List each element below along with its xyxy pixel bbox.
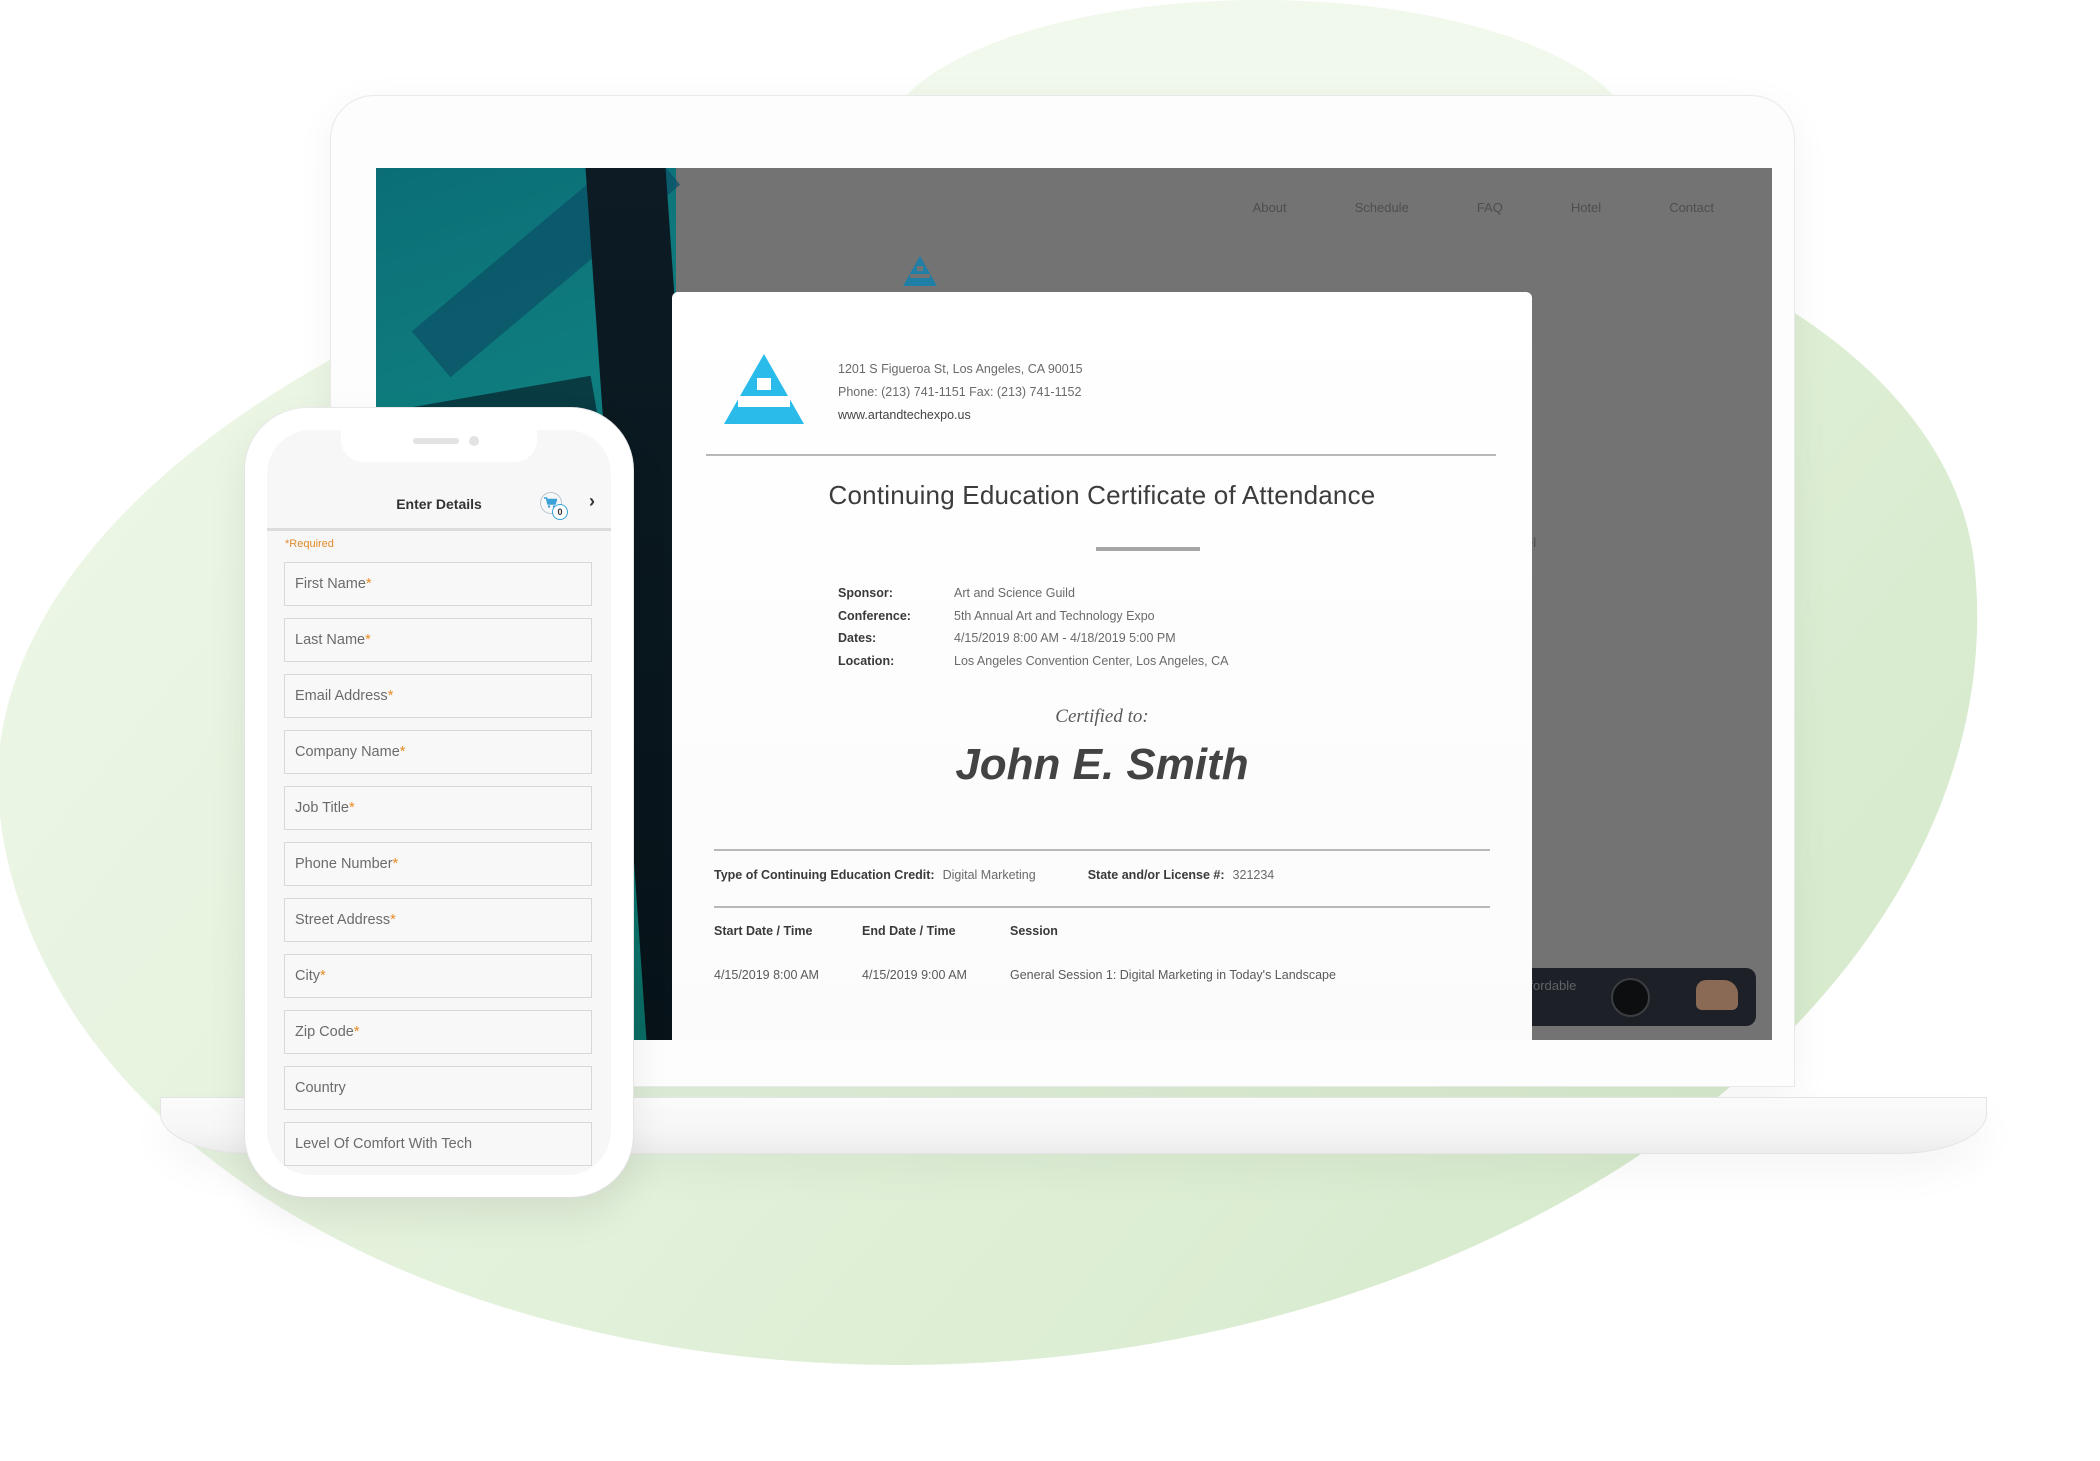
required-star: * [399, 744, 406, 760]
column-header: Session [1010, 924, 1058, 938]
nav-contact[interactable]: Contact [1669, 200, 1714, 215]
required-star: * [349, 800, 355, 816]
table-cell: 4/15/2019 9:00 AM [862, 968, 967, 982]
detail-label: Location: [838, 653, 895, 668]
address-text: 1201 S Figueroa St, Los Angeles, CA 9001… [838, 362, 1083, 376]
speaker-icon [413, 438, 459, 444]
form-header: Enter Details 0 › [267, 486, 611, 531]
recipient-name: John E. Smith [955, 740, 1249, 789]
site-logo-icon[interactable] [903, 256, 937, 291]
phone-screen: Enter Details 0 › *Required First Name * … [267, 430, 611, 1175]
camera-gadget-image [1611, 978, 1650, 1017]
chevron-right-icon[interactable]: › [589, 491, 595, 512]
company-name-field[interactable]: Company Name * [284, 730, 592, 774]
divider [706, 454, 1496, 456]
expo-logo-icon [724, 354, 804, 429]
certificate-card: 1201 S Figueroa St, Los Angeles, CA 9001… [672, 292, 1532, 1040]
phone-frame: Enter Details 0 › *Required First Name * … [245, 408, 633, 1197]
required-star: * [353, 1024, 360, 1040]
tech-comfort-field[interactable]: Level Of Comfort With Tech [284, 1122, 592, 1166]
table-cell: General Session 1: Digital Marketing in … [1010, 968, 1336, 982]
nav-about[interactable]: About [1253, 200, 1287, 215]
website-link[interactable]: www.artandtechexpo.us [838, 404, 1083, 427]
required-star: * [392, 856, 399, 872]
divider [714, 849, 1490, 851]
field-placeholder: Company Name [295, 744, 400, 760]
zip-code-field[interactable]: Zip Code * [284, 1010, 592, 1054]
phone-notch [341, 430, 537, 462]
field-placeholder: Street Address [295, 912, 391, 928]
credit-type-value: Digital Marketing [942, 868, 1036, 882]
field-placeholder: Email Address [295, 688, 388, 704]
field-placeholder: Level Of Comfort With Tech [295, 1136, 473, 1152]
camera-icon [469, 436, 479, 446]
last-name-field[interactable]: Last Name * [284, 618, 592, 662]
table-header: Start Date / Time End Date / Time Sessio… [714, 924, 1410, 938]
site-nav: About Schedule FAQ Hotel Contact [1253, 200, 1772, 215]
email-field[interactable]: Email Address * [284, 674, 592, 718]
required-star: * [390, 912, 396, 928]
required-star: * [365, 632, 371, 648]
certified-to-label: Certified to: [1055, 706, 1149, 727]
city-field[interactable]: City * [284, 954, 592, 998]
promo-text: ffordable [1526, 978, 1577, 993]
promo-banner[interactable]: ffordable [1526, 968, 1756, 1026]
nav-schedule[interactable]: Schedule [1355, 200, 1409, 215]
divider [714, 906, 1490, 908]
detail-row-conference: Conference: 5th Annual Art and Technology… [838, 605, 1229, 628]
field-placeholder: Zip Code [295, 1024, 354, 1040]
field-placeholder: Job Title [295, 800, 349, 816]
field-placeholder: Country [295, 1080, 346, 1096]
first-name-field[interactable]: First Name * [284, 562, 592, 606]
required-star: * [319, 968, 326, 984]
required-star: * [365, 576, 372, 592]
field-placeholder: City [295, 968, 320, 984]
nav-hotel[interactable]: Hotel [1571, 200, 1601, 215]
table-cell: 4/15/2019 8:00 AM [714, 968, 819, 982]
detail-value: 4/15/2019 8:00 AM - 4/18/2019 5:00 PM [954, 631, 1176, 645]
nav-faq[interactable]: FAQ [1477, 200, 1503, 215]
contact-block: 1201 S Figueroa St, Los Angeles, CA 9001… [838, 358, 1083, 427]
required-star: * [387, 688, 394, 704]
license-label: State and/or License #: [1087, 868, 1225, 882]
credit-info-row: Type of Continuing Education Credit: Dig… [714, 868, 1274, 882]
phone-fax-text: Phone: (213) 741-1151 Fax: (213) 741-115… [838, 385, 1082, 399]
sessions-table: Start Date / Time End Date / Time Sessio… [714, 924, 1410, 982]
field-placeholder: Phone Number [295, 856, 393, 872]
detail-label: Dates: [838, 631, 877, 645]
certificate-title: Continuing Education Certificate of Atte… [828, 480, 1376, 510]
detail-label: Conference: [838, 608, 911, 623]
title-underline [1096, 547, 1200, 551]
table-row: 4/15/2019 8:00 AM 4/15/2019 9:00 AM Gene… [714, 968, 1410, 982]
detail-row-sponsor: Sponsor: Art and Science Guild [838, 582, 1229, 605]
job-title-field[interactable]: Job Title * [284, 786, 592, 830]
cart-count-badge: 0 [552, 504, 568, 520]
field-placeholder: Last Name [295, 632, 366, 648]
event-details: Sponsor: Art and Science Guild Conference… [838, 582, 1229, 672]
detail-row-location: Location: Los Angeles Convention Center, … [838, 650, 1229, 673]
country-field[interactable]: Country [284, 1066, 592, 1110]
phone-number-field[interactable]: Phone Number * [284, 842, 592, 886]
registration-form: First Name * Last Name * Email Address * Co… [284, 562, 592, 1175]
detail-value: Los Angeles Convention Center, Los Angel… [954, 653, 1229, 668]
detail-value: Art and Science Guild [954, 586, 1075, 600]
detail-row-dates: Dates: 4/15/2019 8:00 AM - 4/18/2019 5:00… [838, 627, 1229, 650]
field-placeholder: First Name [295, 576, 366, 592]
column-header: End Date / Time [862, 924, 956, 938]
detail-label: Sponsor: [838, 586, 893, 600]
credit-type-label: Type of Continuing Education Credit: [714, 868, 935, 882]
hand-image [1696, 980, 1738, 1010]
detail-value: 5th Annual Art and Technology Expo [954, 608, 1155, 623]
license-value: 321234 [1232, 868, 1275, 882]
street-address-field[interactable]: Street Address * [284, 898, 592, 942]
required-note: *Required [285, 538, 334, 550]
column-header: Start Date / Time [714, 924, 813, 938]
